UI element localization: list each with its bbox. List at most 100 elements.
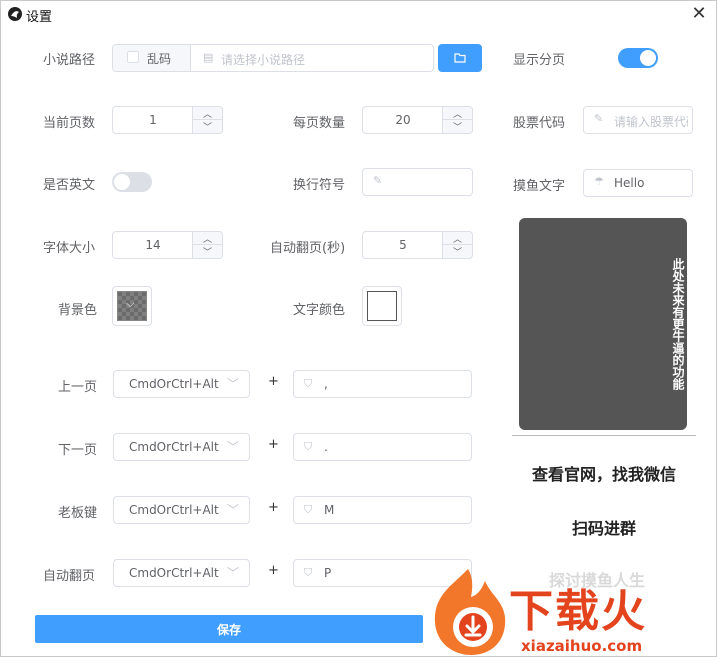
chevron-down-icon: ﹀ (226, 377, 239, 391)
fish-text-label: 摸鱼文字 (513, 179, 566, 194)
settings-window: 设置 ✕ 小说路径 乱码 ▤ 请选择小说路径 显示分页 当前页数 1 ︿ ﹀ 每… (0, 0, 717, 657)
bg-color-label: 背景色 (58, 303, 98, 318)
novel-path-input[interactable]: 乱码 ▤ 请选择小说路径 (112, 44, 434, 72)
chevron-down-icon: ﹀ (226, 566, 239, 580)
window-title: 设置 (26, 10, 53, 25)
stepper-controls: ︿ ﹀ (192, 107, 222, 133)
title-bar: 设置 ✕ (1, 1, 716, 27)
scan-to-join: 扫码进群 (571, 519, 636, 538)
key-input-boss[interactable]: ⛉ M (293, 496, 472, 524)
line-break-label: 换行符号 (293, 178, 346, 193)
auto-page-seconds-label: 自动翻页(秒) (270, 241, 346, 256)
switch-knob (640, 50, 656, 66)
plus-sign: + (268, 437, 279, 452)
stepper-controls: ︿ ﹀ (442, 107, 472, 133)
shortcut-label-boss: 老板键 (58, 506, 98, 521)
key-value: M (324, 503, 335, 517)
feature-banner: 此处未来有更牛逼的功能 (519, 218, 687, 430)
stock-code-placeholder: 请输入股票代码 (614, 115, 688, 129)
per-page-label: 每页数量 (293, 116, 346, 131)
keyboard-icon: ⛉ (304, 566, 313, 579)
banner-text: 此处未来有更牛逼的功能 (671, 258, 685, 390)
increment-icon[interactable]: ︿ (193, 107, 222, 120)
text-color-swatch (367, 291, 397, 321)
modifier-select-auto[interactable]: CmdOrCtrl+Alt ﹀ (113, 559, 250, 587)
document-icon: ▤ (203, 51, 214, 64)
decrement-icon[interactable]: ﹀ (443, 120, 472, 133)
novel-path-label: 小说路径 (43, 53, 96, 68)
stock-code-label: 股票代码 (513, 116, 566, 131)
umbrella-icon: ☂ (594, 175, 604, 188)
save-button[interactable]: 保存 (35, 615, 423, 643)
site-watermark: 下载火 xiazaihuo.com (423, 565, 717, 657)
divider (512, 435, 696, 436)
per-page-value: 20 (395, 113, 411, 127)
is-english-switch[interactable] (112, 172, 152, 192)
modifier-value: CmdOrCtrl+Alt (129, 377, 219, 391)
key-value: P (324, 566, 332, 580)
modifier-value: CmdOrCtrl+Alt (129, 503, 219, 517)
decrement-icon[interactable]: ﹀ (193, 245, 222, 258)
line-break-input[interactable]: ✎ (362, 168, 473, 196)
folder-icon (454, 53, 466, 63)
switch-knob (114, 174, 130, 190)
modifier-select-prev[interactable]: CmdOrCtrl+Alt ﹀ (113, 370, 250, 398)
modifier-select-next[interactable]: CmdOrCtrl+Alt ﹀ (113, 433, 250, 461)
close-icon: ✕ (691, 3, 707, 24)
modifier-value: CmdOrCtrl+Alt (129, 566, 219, 580)
pencil-icon: ✎ (594, 112, 604, 125)
flame-logo-icon (434, 569, 506, 655)
chevron-down-icon: ﹀ (226, 440, 239, 454)
is-english-label: 是否英文 (43, 178, 96, 193)
bg-color-swatch: ⌵ (117, 291, 147, 321)
key-value: . (324, 440, 328, 454)
fish-text-input[interactable]: ☂ Hello (583, 169, 693, 197)
text-color-picker[interactable] (362, 286, 402, 326)
stepper-controls: ︿ ﹀ (192, 232, 222, 258)
show-paging-label: 显示分页 (513, 53, 566, 68)
auto-page-seconds-stepper[interactable]: 5 ︿ ﹀ (362, 231, 473, 259)
key-input-next[interactable]: ⛉ . (293, 433, 472, 461)
keyboard-icon: ⛉ (304, 440, 313, 453)
chevron-down-icon: ⌵ (126, 297, 135, 310)
font-size-label: 字体大小 (43, 241, 96, 256)
keyboard-icon: ⛉ (304, 377, 313, 390)
increment-icon[interactable]: ︿ (443, 107, 472, 120)
watermark-url: xiazaihuo.com (521, 637, 643, 655)
fish-text-value: Hello (614, 176, 645, 190)
plus-sign: + (268, 374, 279, 389)
plus-sign: + (268, 500, 279, 515)
key-input-prev[interactable]: ⛉ , (293, 370, 472, 398)
wechat-link[interactable]: 查看官网，找我微信 (512, 461, 696, 485)
app-logo-icon (8, 7, 22, 21)
stock-code-input[interactable]: ✎ 请输入股票代码 (583, 106, 693, 134)
current-page-stepper[interactable]: 1 ︿ ﹀ (112, 106, 223, 134)
close-button[interactable]: ✕ (688, 3, 710, 25)
current-page-label: 当前页数 (43, 116, 96, 131)
show-paging-switch[interactable] (618, 48, 658, 68)
modifier-value: CmdOrCtrl+Alt (129, 440, 219, 454)
per-page-stepper[interactable]: 20 ︿ ﹀ (362, 106, 473, 134)
decrement-icon[interactable]: ﹀ (193, 120, 222, 133)
plus-sign: + (268, 563, 279, 578)
increment-icon[interactable]: ︿ (193, 232, 222, 245)
font-size-stepper[interactable]: 14 ︿ ﹀ (112, 231, 223, 259)
pencil-icon: ✎ (373, 174, 383, 187)
current-page-value: 1 (149, 113, 157, 127)
font-size-value: 14 (145, 238, 161, 252)
garble-prefix: 乱码 (113, 45, 191, 71)
modifier-select-boss[interactable]: CmdOrCtrl+Alt ﹀ (113, 496, 250, 524)
shortcut-label-prev: 上一页 (58, 380, 98, 395)
choose-folder-button[interactable] (438, 44, 482, 72)
chevron-down-icon: ﹀ (226, 503, 239, 517)
decrement-icon[interactable]: ﹀ (443, 245, 472, 258)
novel-path-placeholder: 请选择小说路径 (221, 53, 306, 67)
bg-color-picker[interactable]: ⌵ (112, 286, 152, 326)
key-value: , (324, 377, 328, 391)
auto-page-seconds-value: 5 (399, 238, 407, 252)
stepper-controls: ︿ ﹀ (442, 232, 472, 258)
increment-icon[interactable]: ︿ (443, 232, 472, 245)
watermark-word: 下载火 (509, 586, 647, 637)
shortcut-label-next: 下一页 (58, 443, 98, 458)
garble-checkbox[interactable] (127, 51, 139, 63)
